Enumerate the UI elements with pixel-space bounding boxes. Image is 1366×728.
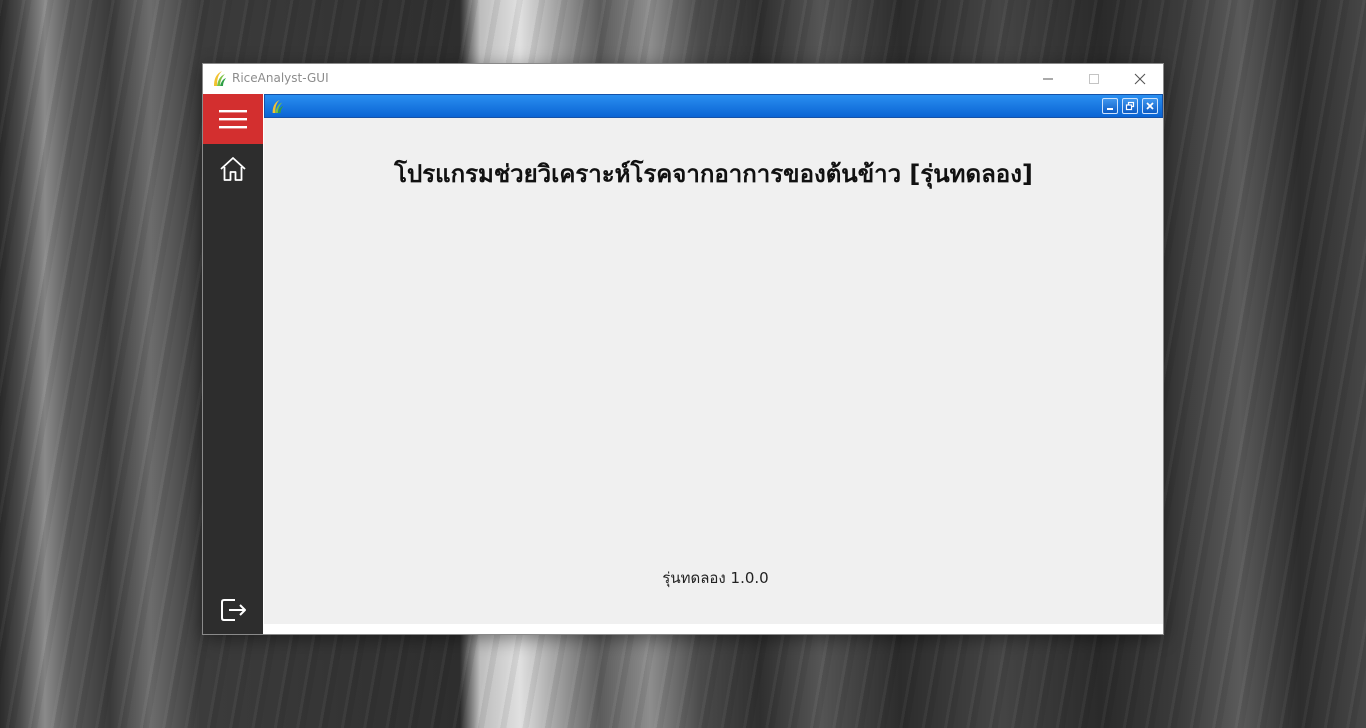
sidebar [203,94,263,634]
rice-leaf-icon [214,71,226,86]
child-title-bar[interactable] [264,94,1163,118]
main-content: โปรแกรมช่วยวิเคราะห์โรคจากอาการของต้นข้า… [266,118,1161,624]
close-icon [1134,73,1146,85]
window-bottom-border [264,624,1163,634]
version-label: รุ่นทดลอง 1.0.0 [662,569,769,587]
child-minimize-button[interactable] [1102,98,1118,114]
child-window: โปรแกรมช่วยวิเคราะห์โรคจากอาการของต้นข้า… [264,94,1163,624]
window-title: RiceAnalyst-GUI [232,71,329,85]
hamburger-menu-icon [219,110,247,129]
maximize-icon [1089,74,1099,84]
minimize-icon [1043,78,1053,80]
close-icon [1146,102,1154,110]
logout-button[interactable] [203,590,263,630]
title-bar[interactable]: RiceAnalyst-GUI [203,64,1163,94]
page-title: โปรแกรมช่วยวิเคราะห์โรคจากอาการของต้นข้า… [394,160,1033,188]
close-button[interactable] [1117,64,1163,94]
child-restore-button[interactable] [1122,98,1138,114]
app-window: RiceAnalyst-GUI โปรแกรมช่วยวิเคราะห์โรคจ… [203,64,1163,634]
restore-icon [1125,101,1135,111]
minimize-button[interactable] [1025,64,1071,94]
minimize-icon [1107,108,1113,110]
maximize-button[interactable] [1071,64,1117,94]
child-close-button[interactable] [1142,98,1158,114]
logout-icon [221,599,246,621]
home-button[interactable] [203,150,263,188]
home-icon [220,157,246,181]
rice-leaf-icon [272,99,284,113]
hamburger-menu-button[interactable] [203,94,263,144]
